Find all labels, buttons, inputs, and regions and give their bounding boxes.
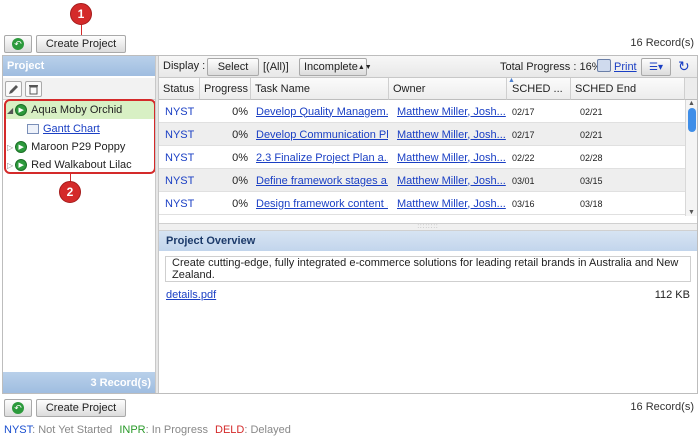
- cell-owner[interactable]: Matthew Miller, Josh...: [397, 146, 509, 169]
- column-header-label: SCHED ...: [512, 82, 563, 95]
- cell-progress: 0%: [232, 174, 248, 187]
- delete-icon[interactable]: [25, 81, 42, 97]
- legend-code-nyst: NYST: [4, 424, 33, 436]
- grip-icon: ::::::::: [417, 224, 439, 230]
- back-arrow-icon: ↶: [12, 38, 24, 50]
- back-button-bottom[interactable]: ↶: [4, 399, 32, 417]
- column-header-status[interactable]: Status: [159, 78, 200, 100]
- status-filter-select[interactable]: Incomplete ▲▼: [299, 58, 372, 76]
- cell-task-name[interactable]: Define framework stages a...: [256, 169, 388, 192]
- table-row[interactable]: NYST 0% Develop Communication Plan Matth…: [159, 123, 685, 146]
- overview-header: Project Overview: [159, 231, 697, 251]
- overview-description: Create cutting-edge, fully integrated e-…: [172, 257, 679, 281]
- cell-task-name[interactable]: 2.3 Finalize Project Plan a...: [256, 146, 388, 169]
- project-panel-header: Project: [3, 56, 155, 76]
- legend-text-deld: : Delayed: [244, 424, 291, 436]
- attachment-size: 112 KB: [654, 289, 690, 301]
- view-menu-button[interactable]: ☰▾: [641, 58, 671, 76]
- cell-status: NYST: [165, 197, 195, 210]
- back-button[interactable]: ↶: [4, 35, 32, 53]
- refresh-icon[interactable]: ↻: [678, 58, 690, 75]
- table-row[interactable]: NYST 0% Design framework content ... Mat…: [159, 192, 685, 215]
- total-progress: Total Progress : 16%: [500, 61, 602, 73]
- table-row[interactable]: NYST 0% Develop Quality Managem... Matth…: [159, 100, 685, 123]
- column-header-progress[interactable]: Progress: [200, 78, 251, 100]
- grid-body: NYST 0% Develop Quality Managem... Matth…: [159, 100, 685, 216]
- cell-status: NYST: [165, 128, 195, 141]
- cell-task-name[interactable]: Develop Communication Plan: [256, 123, 388, 146]
- cell-sched-end: 03/15: [580, 175, 603, 186]
- cell-task-name[interactable]: Develop Quality Managem...: [256, 100, 388, 123]
- cell-status: NYST: [165, 151, 195, 164]
- table-row[interactable]: NYST 0% 2.3 Finalize Project Plan a... M…: [159, 146, 685, 169]
- legend-text-nyst: : Not Yet Started: [32, 424, 113, 436]
- record-count-bottom: 16 Record(s): [630, 401, 694, 413]
- cell-owner[interactable]: Matthew Miller, Josh...: [397, 169, 509, 192]
- stepper-icon: ▲▼: [357, 63, 372, 71]
- project-panel-footer: 3 Record(s): [3, 372, 155, 393]
- grid-scrollbar[interactable]: ▲ ▼: [685, 100, 697, 216]
- cell-sched-start: 03/01: [512, 175, 535, 186]
- table-row[interactable]: NYST 0% Define framework stages a... Mat…: [159, 169, 685, 192]
- cell-sched-start: 03/16: [512, 198, 535, 209]
- create-project-button-bottom[interactable]: Create Project: [36, 399, 126, 417]
- edit-icon[interactable]: [5, 81, 22, 97]
- cell-status: NYST: [165, 174, 195, 187]
- grid-header-scroll-cap: [685, 78, 697, 100]
- horizontal-splitter[interactable]: ::::::::: [159, 223, 697, 231]
- cell-owner[interactable]: Matthew Miller, Josh...: [397, 100, 509, 123]
- callout-2: 2: [59, 181, 81, 203]
- display-label: Display :: [163, 60, 206, 72]
- cell-status: NYST: [165, 105, 195, 118]
- all-filter-label: [(All)]: [263, 61, 289, 73]
- printer-icon[interactable]: [597, 59, 611, 72]
- create-project-button[interactable]: Create Project: [36, 35, 126, 53]
- attachment-link[interactable]: details.pdf: [166, 289, 216, 301]
- back-arrow-icon: ↶: [12, 402, 24, 414]
- cell-sched-end: 03/18: [580, 198, 603, 209]
- record-count-top: 16 Record(s): [630, 37, 694, 49]
- sort-asc-icon: ▲: [508, 77, 515, 84]
- callout-2-highlight: [4, 99, 156, 174]
- cell-sched-end: 02/21: [580, 129, 603, 140]
- overview-title: Project Overview: [166, 235, 256, 247]
- cell-progress: 0%: [232, 128, 248, 141]
- list-icon: ☰▾: [649, 61, 663, 73]
- cell-task-name[interactable]: Design framework content ...: [256, 192, 388, 215]
- cell-owner[interactable]: Matthew Miller, Josh...: [397, 123, 509, 146]
- project-panel-title: Project: [7, 60, 45, 72]
- status-legend: NYST: Not Yet Started INPR: In Progress …: [4, 424, 291, 436]
- callout-1: 1: [70, 3, 92, 25]
- legend-text-inpr: : In Progress: [145, 424, 208, 436]
- cell-owner[interactable]: Matthew Miller, Josh...: [397, 192, 509, 215]
- column-header-owner[interactable]: Owner: [389, 78, 507, 100]
- cell-sched-start: 02/17: [512, 129, 535, 140]
- legend-code-inpr: INPR: [119, 424, 146, 436]
- cell-progress: 0%: [232, 151, 248, 164]
- cell-progress: 0%: [232, 105, 248, 118]
- project-record-count: 3 Record(s): [90, 376, 151, 389]
- print-link[interactable]: Print: [614, 61, 637, 73]
- status-filter-value: Incomplete: [304, 61, 358, 73]
- cell-sched-start: 02/22: [512, 152, 535, 163]
- cell-progress: 0%: [232, 197, 248, 210]
- column-header-sched-end[interactable]: SCHED End: [571, 78, 685, 100]
- cell-sched-start: 02/17: [512, 106, 535, 117]
- scrollbar-thumb[interactable]: [688, 108, 696, 132]
- project-panel-toolbar: [3, 78, 155, 100]
- select-button[interactable]: Select: [207, 58, 259, 76]
- filter-bar: Display : Select [(All)] Incomplete ▲▼ T…: [159, 56, 697, 78]
- column-header-sched-start[interactable]: ▲ SCHED ...: [507, 77, 571, 100]
- scroll-up-icon[interactable]: ▲: [688, 100, 695, 107]
- cell-sched-end: 02/21: [580, 106, 603, 117]
- cell-sched-end: 02/28: [580, 152, 603, 163]
- overview-description-box: Create cutting-edge, fully integrated e-…: [165, 256, 691, 282]
- scroll-down-icon[interactable]: ▼: [688, 209, 695, 216]
- column-header-task-name[interactable]: Task Name: [251, 78, 389, 100]
- legend-code-deld: DELD: [215, 424, 245, 436]
